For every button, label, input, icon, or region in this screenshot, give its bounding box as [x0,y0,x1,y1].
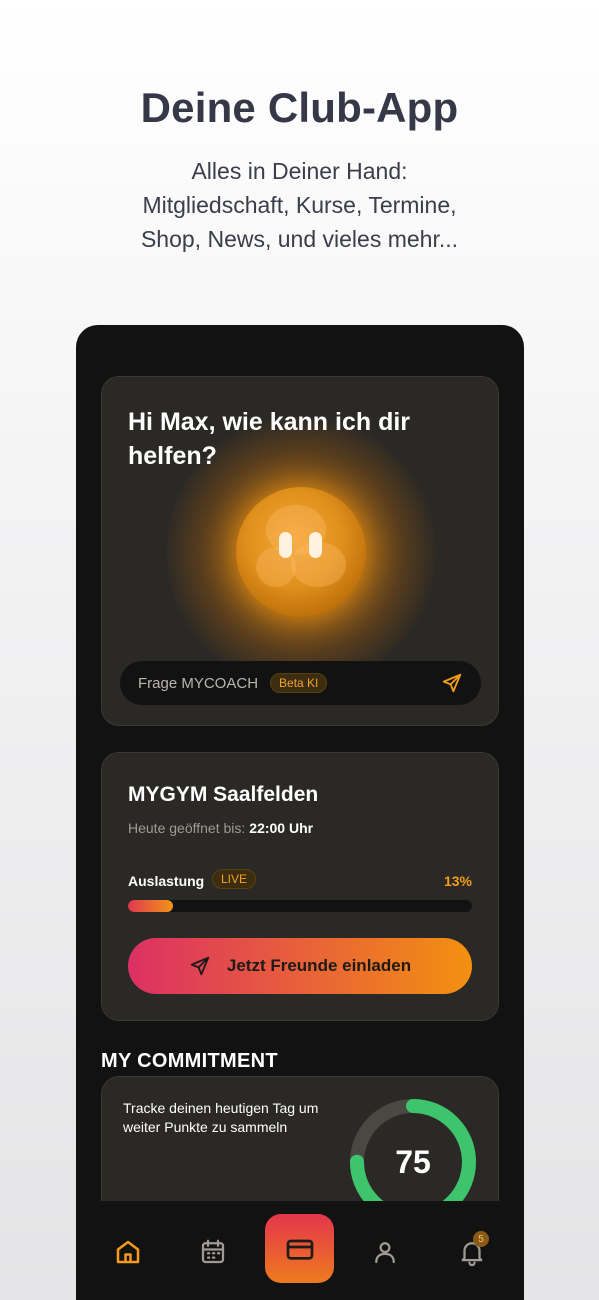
promo-subtitle-line: Alles in Deiner Hand: [191,158,408,184]
gym-hours-value: 22:00 Uhr [249,820,314,836]
send-icon [190,956,210,976]
invite-friends-button[interactable]: Jetzt Freunde einladen [128,938,472,994]
tab-profile[interactable] [370,1237,400,1267]
tab-home[interactable] [113,1237,143,1267]
promo-subtitle-line: Mitgliedschaft, Kurse, Termine, [142,192,457,218]
invite-friends-label: Jetzt Freunde einladen [226,956,412,975]
calendar-icon [201,1239,225,1264]
tab-bar: 5 [76,1201,524,1300]
coach-greeting: Hi Max, wie kann ich dir helfen? [128,408,411,470]
orb-eye-right [309,532,322,558]
live-badge: LIVE [212,869,257,889]
commitment-text: Tracke deinen heutigen Tag um weiter Pun… [123,1100,319,1135]
profile-icon [375,1242,395,1264]
coach-card: Hi Max, wie kann ich dir helfen? Frage M… [101,376,499,726]
send-icon[interactable] [441,672,463,694]
coach-question-input[interactable]: Frage MYCOACH Beta KI [120,661,481,705]
promo-subtitle: Alles in Deiner Hand: Mitgliedschaft, Ku… [0,154,599,256]
card-icon [286,1239,313,1260]
beta-badge: Beta KI [270,673,328,693]
orb-eye-left [279,532,292,558]
coach-avatar[interactable] [236,487,366,617]
notification-badge: 5 [473,1231,489,1247]
home-icon [116,1240,140,1264]
gym-name: MYGYM Saalfelden [128,783,319,806]
promo-subtitle-line: Shop, News, und vieles mehr... [140,226,459,252]
tab-calendar[interactable] [198,1237,228,1267]
load-progress-bar [128,900,472,912]
gym-hours: Heute geöffnet bis: 22:00 Uhr [128,820,313,836]
load-progress-fill [128,900,173,912]
gym-card: MYGYM Saalfelden Heute geöffnet bis: 22:0… [101,752,499,1021]
load-percent: 13% [443,873,472,889]
gym-hours-label: Heute geöffnet bis: [128,820,246,836]
phone-screen: Hi Max, wie kann ich dir helfen? Frage M… [76,325,524,1300]
tab-membership-card[interactable] [265,1214,334,1283]
load-label: Auslastung [128,873,205,889]
coach-input-placeholder: Frage MYCOACH [138,674,259,692]
commitment-section-title: MY COMMITMENT [101,1050,278,1072]
promo-title: Deine Club-App [140,84,459,131]
